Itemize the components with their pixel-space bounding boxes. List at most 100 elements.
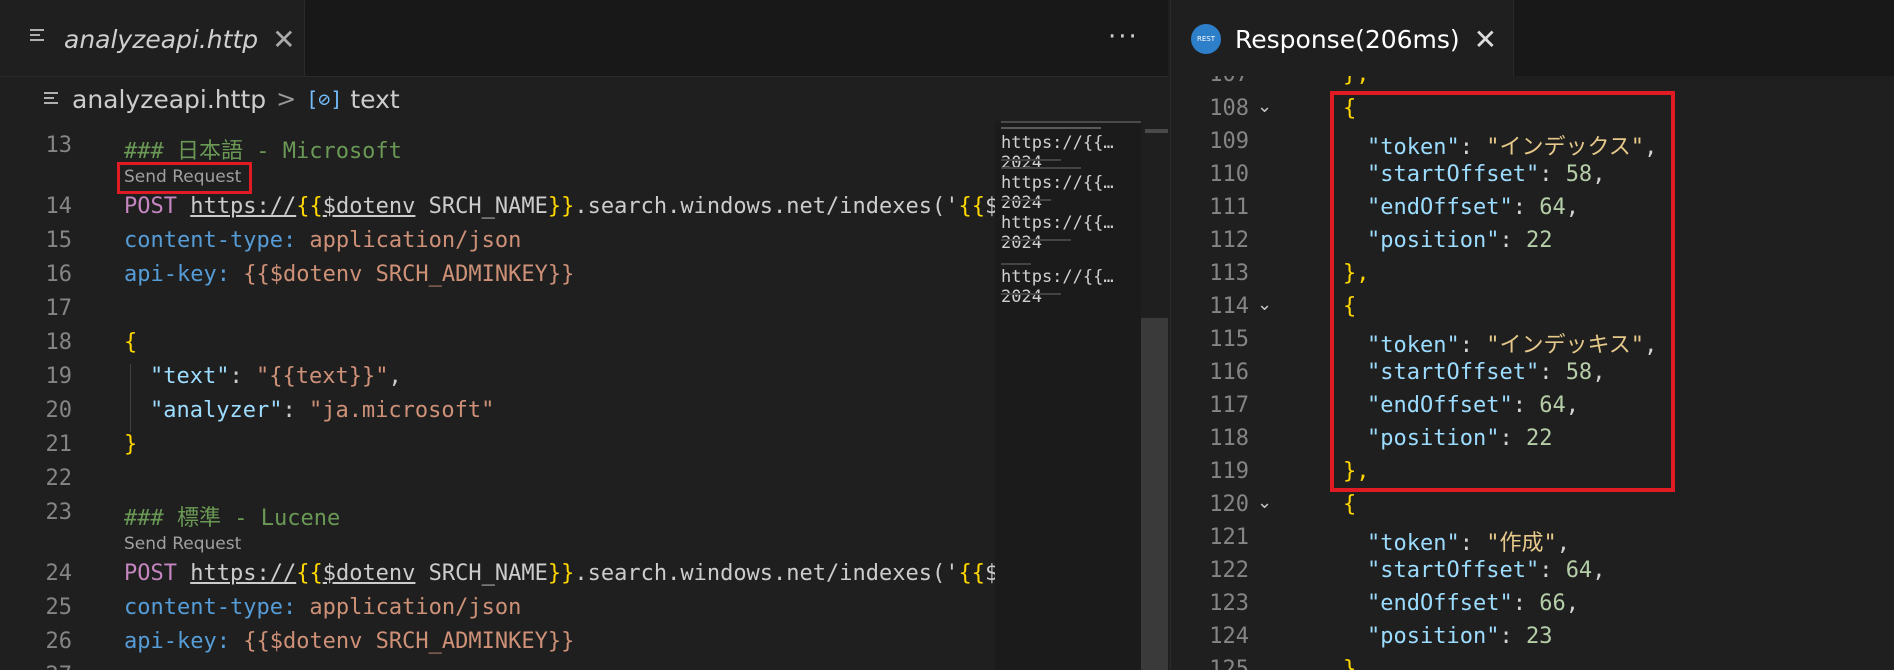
fold-chevron-icon[interactable]: ⌄ xyxy=(1257,294,1272,315)
url-rest: .search.windows.net/indexes(' xyxy=(574,194,959,219)
url-tail: $ xyxy=(984,194,995,219)
dotenv-var: $dotenv xyxy=(322,194,416,219)
header-name: api-key: xyxy=(124,629,230,654)
minimap-noise xyxy=(1001,263,1031,265)
line-number: 110 xyxy=(1209,162,1249,187)
line-number: 123 xyxy=(1209,591,1249,616)
url-scheme[interactable]: https:// xyxy=(190,561,296,586)
symbol-variable-icon: [⊘] xyxy=(306,87,343,111)
minimap-noise xyxy=(1001,127,1101,129)
header-value: {{$dotenv SRCH_ADMINKEY}} xyxy=(229,629,575,654)
header-line: api-key: {{$dotenv SRCH_ADMINKEY}} xyxy=(124,262,574,287)
minimap-noise xyxy=(1001,167,1081,169)
json-key: "text" xyxy=(150,364,230,389)
header-name: content-type: xyxy=(124,595,297,620)
template-open: {{ xyxy=(296,561,323,586)
header-line: content-type: application/json xyxy=(124,228,521,253)
comment-line: ### 日本語 - Microsoft xyxy=(124,139,402,164)
close-icon[interactable]: ✕ xyxy=(272,23,295,56)
json-close-brace: } xyxy=(1343,657,1357,670)
line-number: 124 xyxy=(1209,624,1249,649)
template-open: {{ xyxy=(296,194,323,219)
header-value: application/json xyxy=(296,228,522,253)
json-value: "ja.microsoft" xyxy=(308,398,495,423)
breadcrumb-separator: > xyxy=(276,85,297,113)
minimap[interactable]: https://{{…2024 https://{{…2024 https://… xyxy=(995,121,1141,670)
header-name: api-key: xyxy=(124,262,230,287)
json-colon: : xyxy=(1539,558,1566,583)
line-number: 16 xyxy=(45,262,73,287)
line-number: 107 xyxy=(1171,76,1249,87)
scrollbar-thumb[interactable] xyxy=(1141,318,1168,670)
template-close: }} xyxy=(547,561,575,586)
url-scheme[interactable]: https:// xyxy=(190,194,296,219)
right-tab-bar: REST Response(206ms) ✕ xyxy=(1171,0,1894,76)
tab-response[interactable]: REST Response(206ms) ✕ xyxy=(1171,0,1514,76)
line-number: 118 xyxy=(1209,426,1249,451)
tab-title: analyzeapi.http xyxy=(64,24,259,54)
line-number: 114 xyxy=(1209,294,1249,319)
json-key: "endOffset" xyxy=(1367,591,1513,616)
file-lines-icon xyxy=(30,28,52,50)
json-colon: : xyxy=(1499,624,1526,649)
send-request-codelens[interactable]: Send Request xyxy=(124,534,241,554)
url-rest: .search.windows.net/indexes(' xyxy=(574,561,959,586)
line-number: 116 xyxy=(1209,360,1249,385)
json-colon: : xyxy=(1512,591,1540,616)
json-colon: : xyxy=(1459,531,1487,556)
line-number: 125 xyxy=(1209,657,1249,670)
request-line: POST https://{{$dotenv SRCH_NAME}}.searc… xyxy=(124,194,995,219)
breadcrumb-file[interactable]: analyzeapi.http xyxy=(72,85,266,114)
fold-chevron-icon[interactable]: ⌄ xyxy=(1257,96,1272,117)
template-open: {{ xyxy=(958,194,985,219)
close-icon[interactable]: ✕ xyxy=(1474,23,1497,56)
tab-title: Response(206ms) xyxy=(1235,24,1460,54)
breadcrumb-symbol[interactable]: text xyxy=(350,85,399,114)
line-number: 111 xyxy=(1209,195,1249,220)
json-colon: : xyxy=(282,398,309,423)
line-number: 20 xyxy=(45,398,73,423)
line-number: 113 xyxy=(1209,261,1249,286)
file-lines-icon xyxy=(44,91,60,107)
json-pair: "position": 23 xyxy=(1367,624,1552,649)
json-pair: "startOffset": 64, xyxy=(1367,558,1605,583)
env-name: SRCH_NAME xyxy=(415,561,548,586)
json-close-brace: } xyxy=(124,432,138,457)
template-open: {{ xyxy=(958,561,985,586)
header-line: content-type: application/json xyxy=(124,595,521,620)
json-open-brace: { xyxy=(124,330,138,355)
comment-line: ### 標準 - Lucene xyxy=(124,506,341,531)
json-pair: "analyzer": "ja.microsoft" xyxy=(150,398,494,423)
minimap-noise xyxy=(1001,121,1141,123)
indent-guide xyxy=(130,364,131,432)
code-editor[interactable]: 13 14 15 16 17 18 19 20 21 22 23 24 25 2… xyxy=(0,121,996,670)
minimap-item: https://{{…2024 xyxy=(1001,267,1114,307)
json-pair: "endOffset": 66, xyxy=(1367,591,1579,616)
minimap-noise xyxy=(1001,293,1061,295)
header-line: api-key: {{$dotenv SRCH_ADMINKEY}} xyxy=(124,629,574,654)
json-value: "{{text}}" xyxy=(255,364,389,389)
tab-analyzeapi-http[interactable]: analyzeapi.http ✕ xyxy=(0,0,305,76)
line-number: 25 xyxy=(45,595,73,620)
more-actions-icon[interactable]: ··· xyxy=(1108,22,1139,52)
json-value: "作成" xyxy=(1486,531,1557,556)
left-tab-bar: analyzeapi.http ✕ ··· xyxy=(0,0,1168,77)
json-key: "startOffset" xyxy=(1367,558,1540,583)
json-key: "token" xyxy=(1367,531,1460,556)
json-key: "analyzer" xyxy=(150,398,283,423)
breadcrumb: analyzeapi.http > [⊘] text xyxy=(0,77,1168,121)
minimap-noise xyxy=(1001,239,1071,241)
json-colon: : xyxy=(229,364,256,389)
line-number: 117 xyxy=(1209,393,1249,418)
template-close: }} xyxy=(547,194,575,219)
scroll-position-marker xyxy=(1145,129,1168,133)
json-value: 23 xyxy=(1525,624,1553,649)
line-number: 14 xyxy=(45,194,73,219)
fold-chevron-icon[interactable]: ⌄ xyxy=(1257,492,1272,513)
line-number: 17 xyxy=(45,296,73,321)
json-comma: , xyxy=(1565,591,1579,616)
minimap-noise xyxy=(1001,199,1051,201)
minimap-item: https://{{…2024 xyxy=(1001,173,1114,213)
line-number: 121 xyxy=(1209,525,1249,550)
json-key: "position" xyxy=(1367,624,1500,649)
